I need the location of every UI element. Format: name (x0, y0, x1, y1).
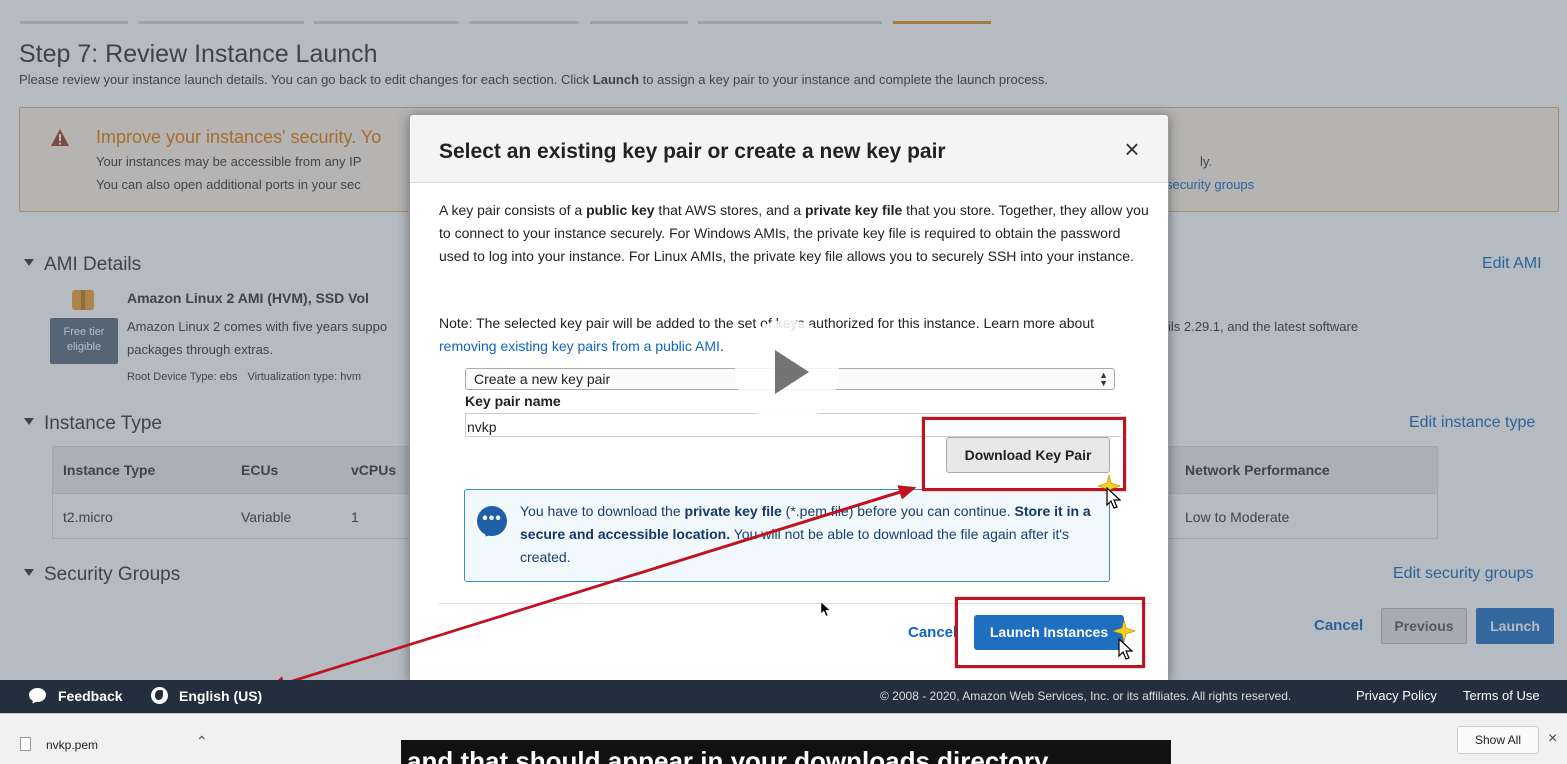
show-all-button[interactable]: Show All (1457, 726, 1539, 754)
mouse-pointer-icon (820, 601, 832, 617)
mouse-pointer-icon (1106, 487, 1122, 509)
close-icon[interactable]: × (1548, 730, 1557, 748)
terms-of-use-link[interactable]: Terms of Use (1463, 688, 1540, 703)
downloaded-file-item[interactable]: nvkp.pem ⌃ (8, 715, 224, 763)
video-caption: and that should appear in your downloads… (401, 740, 1171, 764)
downloaded-file-name: nvkp.pem (46, 738, 99, 752)
copyright-text: © 2008 - 2020, Amazon Web Services, Inc.… (880, 689, 1292, 703)
file-icon (20, 737, 31, 751)
mouse-pointer-icon (1118, 638, 1134, 660)
feedback-link[interactable]: Feedback (58, 688, 123, 704)
language-selector[interactable]: English (US) (179, 688, 262, 704)
annotation-arrow-icon (267, 485, 917, 691)
console-footer: Feedback English (US) © 2008 - 2020, Ama… (0, 680, 1567, 713)
chevron-up-icon[interactable]: ⌃ (196, 733, 208, 750)
feedback-icon (29, 688, 46, 702)
globe-icon (151, 687, 168, 704)
privacy-policy-link[interactable]: Privacy Policy (1356, 688, 1437, 703)
caption-text: and that should appear in your downloads… (407, 746, 1049, 764)
